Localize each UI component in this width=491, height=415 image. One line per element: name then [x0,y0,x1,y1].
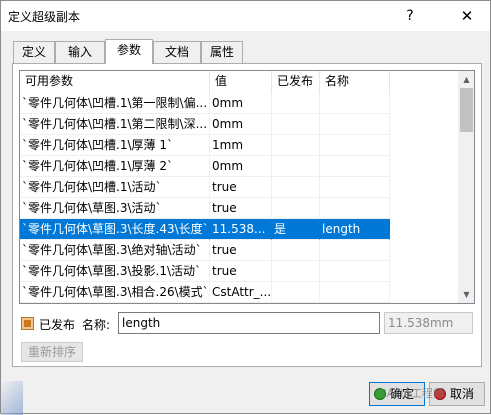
cell-param: `零件几何体\凹槽.1\厚薄 2` [20,156,210,177]
col-header-name[interactable]: 名称 [320,71,390,93]
cell-published [272,156,320,177]
cancel-button[interactable]: 取消 [429,382,485,406]
parameters-panel: 可用参数 值 已发布 名称 `零件几何体\凹槽.1\第一限制\偏... 0mm `零… [12,63,482,367]
cell-value: CstAttr_... [210,282,272,303]
table-row[interactable]: `零件几何体\草图.3\长度.43\长度` 11.538... 是 length [20,219,458,240]
cell-name: length [320,219,390,240]
table-row[interactable]: `零件几何体\草图.3\投影.1\活动` true [20,261,458,282]
cell-name [320,282,390,303]
corner-decoration [1,381,23,415]
help-icon[interactable]: ? [392,3,428,29]
cell-param: `零件几何体\凹槽.1\活动` [20,177,210,198]
cell-published [272,240,320,261]
list-header: 可用参数 值 已发布 名称 [20,71,458,93]
cell-name [320,135,390,156]
ok-button-label: 确定 [390,387,415,401]
col-header-value[interactable]: 值 [210,71,272,93]
table-row[interactable]: `零件几何体\草图.3\相合.26\模式` CstAttr_... [20,282,458,303]
close-icon[interactable]: ✕ [447,3,487,29]
name-label: 名称: [82,318,111,332]
parameters-list[interactable]: 可用参数 值 已发布 名称 `零件几何体\凹槽.1\第一限制\偏... 0mm `零… [19,70,475,304]
ok-button[interactable]: 确定 [369,382,425,406]
cell-name [320,198,390,219]
cell-name [320,177,390,198]
cell-param: `零件几何体\凹槽.1\第一限制\偏... [20,93,210,114]
cancel-icon [434,388,446,400]
cell-value: true [210,261,272,282]
cell-name [320,261,390,282]
cell-name [320,156,390,177]
cell-param: `零件几何体\凹槽.1\厚薄 1` [20,135,210,156]
cell-name [320,93,390,114]
cell-value: true [210,198,272,219]
cell-value: 1mm [210,135,272,156]
scroll-thumb[interactable] [460,88,473,132]
window-title: 定义超级副本 [8,10,81,24]
cell-param: `零件几何体\草图.3\相合.26\模式` [20,282,210,303]
tab-parameters[interactable]: 参数 [105,39,153,64]
col-header-available-params[interactable]: 可用参数 [20,71,210,93]
cell-param: `零件几何体\草图.3\绝对轴\活动` [20,240,210,261]
published-checkbox[interactable] [21,317,34,330]
table-row[interactable]: `零件几何体\凹槽.1\厚薄 1` 1mm [20,135,458,156]
cell-published [272,177,320,198]
cell-param: `零件几何体\凹槽.1\第二限制\深... [20,114,210,135]
cell-published [272,198,320,219]
cell-param: `零件几何体\草图.3\活动` [20,198,210,219]
cancel-button-label: 取消 [450,387,475,401]
vertical-scrollbar[interactable]: ▲ ▼ [458,71,474,303]
reorder-button[interactable]: 重新排序 [21,342,83,362]
cell-published [272,261,320,282]
cell-value: 0mm [210,114,272,135]
cell-value: true [210,240,272,261]
published-label: 已发布 [39,318,76,332]
cell-value: 11.538... [210,219,272,240]
scroll-up-icon[interactable]: ▲ [458,71,474,88]
tab-properties[interactable]: 属性 [201,41,243,63]
cell-published [272,282,320,303]
publish-row: 已发布 名称: length 11.538mm [21,312,477,336]
table-row[interactable]: `零件几何体\凹槽.1\第一限制\偏... 0mm [20,93,458,114]
table-row[interactable]: `零件几何体\凹槽.1\厚薄 2` 0mm [20,156,458,177]
table-row[interactable]: `零件几何体\草图.3\绝对轴\活动` true [20,240,458,261]
value-readout: 11.538mm [384,312,473,334]
col-header-published[interactable]: 已发布 [272,71,320,93]
cell-published [272,135,320,156]
table-row[interactable]: `零件几何体\凹槽.1\活动` true [20,177,458,198]
cell-param: `零件几何体\草图.3\投影.1\活动` [20,261,210,282]
tab-definition[interactable]: 定义 [13,41,55,63]
cell-name [320,240,390,261]
cell-published [272,93,320,114]
cell-value: 0mm [210,156,272,177]
name-input[interactable]: length [118,312,380,334]
scroll-down-icon[interactable]: ▼ [458,286,474,303]
cell-published: 是 [272,219,320,240]
title-bar[interactable]: 定义超级副本 ? ✕ [1,1,490,31]
ok-icon [374,388,386,400]
tab-documents[interactable]: 文档 [153,41,201,63]
table-row[interactable]: `零件几何体\草图.3\活动` true [20,198,458,219]
cell-published [272,114,320,135]
cell-name [320,114,390,135]
cell-param: `零件几何体\草图.3\长度.43\长度` [20,219,210,240]
cell-value: 0mm [210,93,272,114]
table-row[interactable]: `零件几何体\凹槽.1\第二限制\深... 0mm [20,114,458,135]
cell-value: true [210,177,272,198]
dialog-window: 定义超级副本 ? ✕ 定义 输入 参数 文档 属性 可用参数 值 已发布 名称 … [0,0,491,415]
tab-inputs[interactable]: 输入 [55,41,105,63]
